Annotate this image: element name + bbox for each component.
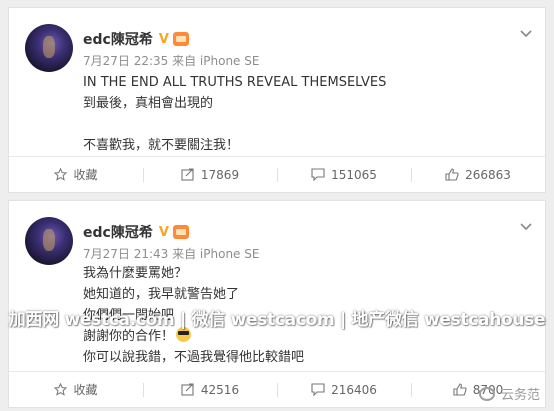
star-icon — [54, 168, 68, 181]
post-line: 到最後，真相會出現的 — [83, 96, 214, 111]
comment-button[interactable]: 151065 — [277, 157, 411, 192]
favorite-label: 收藏 — [73, 168, 98, 182]
verified-badge-icon: V — [158, 31, 169, 47]
favorite-label: 收藏 — [73, 383, 98, 397]
chevron-down-icon[interactable] — [519, 26, 533, 40]
star-icon — [54, 383, 68, 396]
post-timestamp[interactable]: 7月27日 22:35 来自 iPhone SE — [83, 52, 259, 69]
author-row: edc陳冠希 V — [83, 30, 189, 48]
wechat-icon — [478, 386, 495, 401]
repost-icon — [181, 168, 194, 181]
chevron-down-icon[interactable] — [519, 219, 533, 233]
repost-icon — [181, 383, 194, 396]
weibo-post-2: edc陳冠希 V 7月27日 21:43 来自 iPhone SE 我為什麼要罵… — [8, 200, 546, 408]
favorite-button[interactable]: 收藏 — [9, 372, 143, 407]
thumbs-up-icon — [445, 168, 459, 181]
like-count: 266863 — [465, 167, 511, 182]
post-line: 你可以說我錯，不過我覺得他比較錯吧 — [83, 350, 305, 365]
repost-button[interactable]: 42516 — [143, 372, 277, 407]
author-row: edc陳冠希 V — [83, 223, 189, 241]
corner-watermark: 云务范 — [478, 384, 540, 403]
member-crown-icon — [172, 32, 189, 46]
weibo-post-1: edc陳冠希 V 7月27日 22:35 来自 iPhone SE IN THE… — [8, 7, 546, 193]
comment-button[interactable]: 216406 — [277, 372, 411, 407]
post-line: 不喜歡我，就不要關注我！ — [83, 138, 240, 153]
comment-icon — [311, 383, 325, 396]
repost-button[interactable]: 17869 — [143, 157, 277, 192]
like-button[interactable]: 266863 — [411, 157, 545, 192]
verified-badge-icon: V — [158, 224, 169, 240]
post-line: 她知道的，我早就警告她了 — [83, 287, 240, 302]
comment-count: 151065 — [331, 167, 377, 182]
repost-count: 42516 — [200, 382, 240, 397]
author-avatar[interactable] — [25, 24, 73, 72]
comment-count: 216406 — [331, 382, 377, 397]
post-timestamp[interactable]: 7月27日 21:43 来自 iPhone SE — [83, 245, 259, 262]
corner-watermark-text: 云务范 — [500, 388, 540, 403]
site-watermark: 加西网 westca.com | 微信 westcacom | 地产微信 wes… — [8, 310, 546, 330]
action-bar: 收藏 42516 216406 8700 — [9, 371, 545, 407]
post-line: IN THE END ALL TRUTHS REVEAL THEMSELVES — [83, 75, 387, 90]
author-name[interactable]: edc陳冠希 — [83, 222, 153, 242]
repost-count: 17869 — [200, 167, 240, 182]
post-line-text: 謝謝你的合作！ — [83, 329, 175, 344]
comment-icon — [311, 168, 325, 181]
action-bar: 收藏 17869 151065 266863 — [9, 156, 545, 192]
author-name[interactable]: edc陳冠希 — [83, 29, 153, 49]
member-crown-icon — [172, 225, 189, 239]
author-avatar[interactable] — [25, 217, 73, 265]
post-content: IN THE END ALL TRUTHS REVEAL THEMSELVES … — [83, 72, 386, 156]
post-line: 我為什麼要罵她？ — [83, 266, 188, 281]
thumbs-up-icon — [453, 383, 467, 396]
favorite-button[interactable]: 收藏 — [9, 157, 143, 192]
